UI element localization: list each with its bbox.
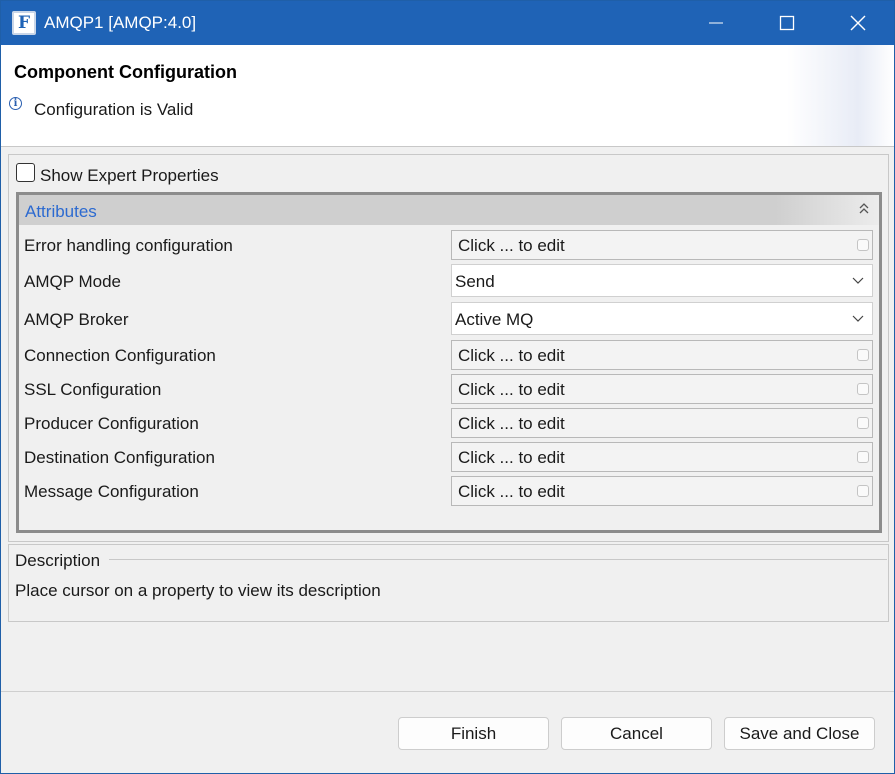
edit-button-icon[interactable]: [857, 451, 869, 463]
minimize-icon: [709, 22, 723, 24]
field-value: Click ... to edit: [458, 236, 565, 255]
field-value: Active MQ: [455, 310, 534, 329]
description-panel: Description Place cursor on a property t…: [8, 544, 889, 622]
amqp-mode-select[interactable]: Send: [451, 264, 873, 297]
field-value: Click ... to edit: [458, 482, 565, 501]
double-chevron-up-icon[interactable]: [859, 203, 869, 215]
field-value: Send: [455, 272, 495, 291]
row-label-connection: Connection Configuration: [24, 346, 216, 365]
row-label-error-handling: Error handling configuration: [24, 236, 233, 255]
page-title: Component Configuration: [14, 62, 237, 82]
edit-button-icon[interactable]: [857, 417, 869, 429]
row-label-amqp-broker: AMQP Broker: [24, 310, 129, 329]
row-label-message: Message Configuration: [24, 482, 199, 501]
show-expert-checkbox[interactable]: [16, 163, 35, 182]
amqp-broker-select[interactable]: Active MQ: [451, 302, 873, 335]
cancel-button[interactable]: Cancel: [561, 717, 712, 750]
error-handling-editor[interactable]: Click ... to edit: [451, 230, 873, 260]
row-label-producer: Producer Configuration: [24, 414, 199, 433]
row-label-destination: Destination Configuration: [24, 448, 215, 467]
field-value: Click ... to edit: [458, 448, 565, 467]
maximize-button[interactable]: [752, 1, 822, 45]
ssl-config-editor[interactable]: Click ... to edit: [451, 374, 873, 404]
connection-config-editor[interactable]: Click ... to edit: [451, 340, 873, 370]
row-label-ssl: SSL Configuration: [24, 380, 162, 399]
producer-config-editor[interactable]: Click ... to edit: [451, 408, 873, 438]
message-config-editor[interactable]: Click ... to edit: [451, 476, 873, 506]
properties-panel: Show Expert Properties Attributes Error …: [8, 154, 889, 542]
info-icon: i: [9, 97, 22, 110]
edit-button-icon[interactable]: [857, 349, 869, 361]
footer-divider: [1, 691, 894, 692]
header-panel: Component Configuration i Configuration …: [1, 45, 894, 147]
maximize-icon: [779, 15, 795, 31]
attributes-group: Attributes Error handling configuration …: [16, 192, 882, 533]
description-text: Place cursor on a property to view its d…: [15, 581, 381, 600]
edit-button-icon[interactable]: [857, 485, 869, 497]
dialog-window: F AMQP1 [AMQP:4.0] Component Configurati…: [0, 0, 895, 774]
row-label-amqp-mode: AMQP Mode: [24, 272, 122, 291]
attributes-header[interactable]: Attributes: [19, 195, 879, 225]
window-title: AMQP1 [AMQP:4.0]: [44, 13, 197, 32]
field-value: Click ... to edit: [458, 380, 565, 399]
attributes-title: Attributes: [25, 202, 97, 221]
show-expert-label[interactable]: Show Expert Properties: [40, 166, 219, 186]
description-title: Description: [15, 551, 101, 570]
minimize-button[interactable]: [681, 1, 751, 45]
chevron-down-icon: [852, 315, 864, 322]
destination-config-editor[interactable]: Click ... to edit: [451, 442, 873, 472]
field-value: Click ... to edit: [458, 414, 565, 433]
save-and-close-button[interactable]: Save and Close: [724, 717, 875, 750]
title-bar[interactable]: F AMQP1 [AMQP:4.0]: [1, 1, 894, 45]
edit-button-icon[interactable]: [857, 383, 869, 395]
app-icon: F: [12, 11, 36, 35]
field-value: Click ... to edit: [458, 346, 565, 365]
edit-button-icon[interactable]: [857, 239, 869, 251]
chevron-down-icon: [852, 277, 864, 284]
finish-button[interactable]: Finish: [398, 717, 549, 750]
close-icon: [850, 15, 866, 31]
description-divider: [109, 559, 887, 560]
validation-status: Configuration is Valid: [34, 100, 194, 119]
close-button[interactable]: [823, 1, 893, 45]
